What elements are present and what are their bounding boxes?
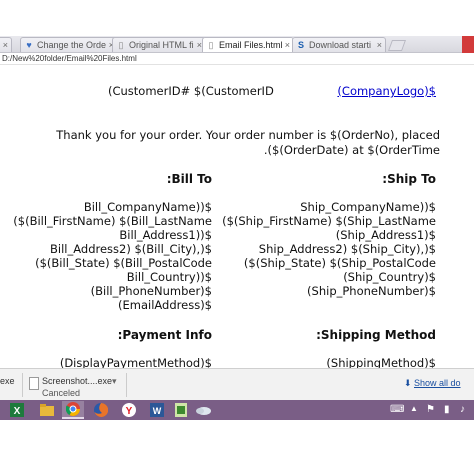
tab-label: Email Files.html bbox=[219, 40, 283, 50]
word-icon[interactable]: W bbox=[146, 401, 168, 419]
tab-close-icon[interactable]: × bbox=[285, 38, 290, 52]
windows-taskbar: X Y W ⌨ ▲ ⚑ ▮ ♪ bbox=[0, 400, 474, 420]
chevron-up-icon[interactable]: ▲ bbox=[410, 404, 418, 413]
divider bbox=[126, 373, 127, 397]
payment-info-heading: :Payment Info bbox=[117, 328, 212, 342]
tab-change-the-order[interactable]: ♥ Change the Orde × bbox=[20, 37, 118, 52]
address-bar[interactable]: D:/New%20folder/Email%20Files.html bbox=[0, 53, 474, 65]
download-file-name: Screenshot....exe bbox=[42, 376, 113, 386]
tab-email-files[interactable]: ▯ Email Files.html × bbox=[202, 37, 294, 52]
payment-method-value: (DisplayPaymentMethod)$ bbox=[59, 356, 212, 368]
tab-close-icon[interactable]: × bbox=[377, 38, 382, 52]
company-logo-link[interactable]: (CompanyLogo)$ bbox=[337, 84, 436, 98]
customer-id-line: (CustomerID# $(CustomerID bbox=[108, 84, 274, 98]
window-close-button[interactable] bbox=[462, 36, 474, 53]
ship-to-line: (Ship_Address1)$ bbox=[335, 228, 436, 242]
excel-icon[interactable]: X bbox=[6, 401, 28, 419]
bill-to-line: Bill_CompanyName))$ bbox=[83, 200, 212, 214]
volume-icon[interactable]: ♪ bbox=[460, 404, 465, 415]
svg-text:X: X bbox=[14, 406, 21, 417]
tab-partial[interactable]: × bbox=[0, 37, 12, 52]
show-all-downloads-link[interactable]: Show all do bbox=[414, 378, 461, 388]
bill-to-line: ($(Bill_FirstName) $(Bill_LastName bbox=[13, 214, 212, 228]
page-content: (CustomerID# $(CustomerID (CompanyLogo)$… bbox=[0, 66, 474, 368]
chevron-down-icon[interactable]: ▾ bbox=[112, 376, 117, 387]
shipping-method-heading: :Shipping Method bbox=[316, 328, 436, 342]
tab-close-icon[interactable]: × bbox=[3, 38, 8, 52]
ship-to-line: (Ship_PhoneNumber)$ bbox=[307, 284, 436, 298]
file-explorer-icon[interactable] bbox=[36, 401, 58, 419]
ship-to-line: ($(Ship_State) $(Ship_PostalCode bbox=[243, 256, 436, 270]
new-tab-button[interactable] bbox=[387, 40, 407, 51]
tab-original-html[interactable]: ▯ Original HTML fi × bbox=[112, 37, 206, 52]
network-icon[interactable]: ▮ bbox=[444, 404, 450, 415]
top-margin bbox=[0, 0, 474, 36]
ship-to-line: Ship_CompanyName))$ bbox=[300, 200, 436, 214]
keyboard-icon[interactable]: ⌨ bbox=[390, 404, 404, 415]
tab-label: Original HTML fi bbox=[129, 40, 194, 50]
tab-label: Download starti bbox=[309, 40, 372, 50]
page-icon: ▯ bbox=[118, 40, 124, 50]
bill-to-line: Bill_Country))$ bbox=[126, 270, 212, 284]
tab-download-starting[interactable]: S Download starti × bbox=[292, 37, 386, 52]
firefox-icon[interactable] bbox=[90, 401, 112, 419]
tab-label: Change the Orde bbox=[37, 40, 107, 50]
bill-to-line: Bill_Address1))$ bbox=[119, 228, 212, 242]
ship-to-line: Ship_Address2) $(Ship_City),)$ bbox=[258, 242, 436, 256]
browser-tab-strip: × ♥ Change the Orde × ▯ Original HTML fi… bbox=[0, 36, 474, 53]
bottom-margin bbox=[0, 420, 474, 474]
flag-icon[interactable]: ⚑ bbox=[426, 404, 435, 415]
downloads-bar: exe Screenshot....exe Canceled ▾ ⬇ Show … bbox=[0, 368, 474, 400]
thanks-line-1: Thank you for your order. Your order num… bbox=[56, 128, 440, 142]
chrome-icon[interactable] bbox=[62, 401, 84, 419]
heart-icon: ♥ bbox=[26, 40, 32, 50]
svg-text:Y: Y bbox=[126, 406, 133, 417]
shipping-method-value: (ShippingMethod)$ bbox=[326, 356, 436, 368]
onedrive-icon[interactable] bbox=[192, 401, 214, 419]
file-icon bbox=[29, 377, 39, 390]
ship-to-heading: :Ship To bbox=[382, 172, 436, 186]
page-icon: ▯ bbox=[208, 40, 214, 50]
bill-to-line: (EmailAddress)$ bbox=[118, 298, 212, 312]
download-item-screenshot[interactable]: Screenshot....exe Canceled ▾ bbox=[0, 372, 126, 398]
svg-text:W: W bbox=[153, 406, 162, 416]
download-arrow-icon: ⬇ bbox=[404, 378, 412, 388]
yandex-icon[interactable]: Y bbox=[118, 401, 140, 419]
download-status: Canceled bbox=[42, 388, 81, 398]
address-url: D:/New%20folder/Email%20Files.html bbox=[2, 54, 137, 63]
bill-to-heading: :Bill To bbox=[166, 172, 212, 186]
ship-to-line: (Ship_Country)$ bbox=[343, 270, 436, 284]
bill-to-line: Bill_Address2) $(Bill_City),)$ bbox=[50, 242, 212, 256]
green-app-icon[interactable] bbox=[170, 401, 192, 419]
thanks-line-2: .($(OrderDate) at $(OrderTime bbox=[263, 143, 440, 157]
bill-to-line: ($(Bill_State) $(Bill_PostalCode bbox=[35, 256, 212, 270]
ship-to-line: ($(Ship_FirstName) $(Ship_LastName bbox=[222, 214, 436, 228]
bill-to-line: (Bill_PhoneNumber)$ bbox=[90, 284, 212, 298]
s-logo-icon: S bbox=[297, 40, 304, 50]
